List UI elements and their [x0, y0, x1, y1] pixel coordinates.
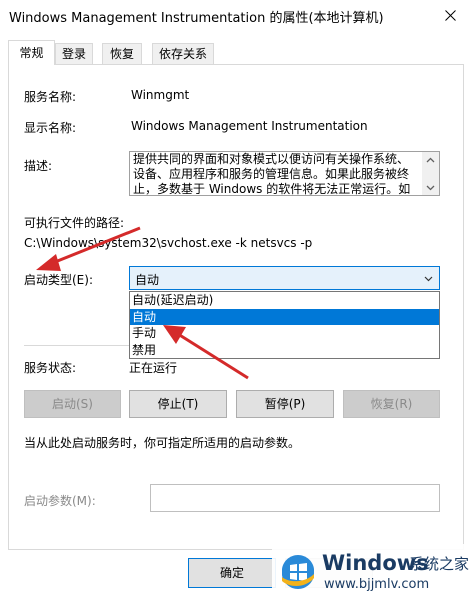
- display-name-label: 显示名称:: [24, 121, 77, 135]
- start-button[interactable]: 启动(S): [24, 390, 121, 418]
- tab-recovery[interactable]: 恢复: [102, 43, 142, 64]
- params-hint: 当从此处启动服务时，你可指定所适用的启动参数。: [24, 436, 301, 450]
- watermark: Windows 系统之家 www.bjjmlv.com: [272, 544, 472, 598]
- description-box[interactable]: 提供共同的界面和对象模式以便访问有关操作系统、设备、应用程序和服务的管理信息。如…: [129, 151, 440, 196]
- resume-button[interactable]: 恢复(R): [343, 390, 440, 418]
- path-label: 可执行文件的路径:: [24, 216, 125, 230]
- chevron-down-icon: [424, 276, 433, 282]
- startup-type-dropdown: 自动(延迟启动) 自动 手动 禁用: [129, 291, 440, 359]
- watermark-url: www.bjjmlv.com: [324, 577, 430, 592]
- close-button[interactable]: [428, 0, 472, 31]
- windows-logo-icon: [282, 555, 314, 589]
- watermark-brand-cn: 系统之家: [409, 555, 470, 573]
- option-auto[interactable]: 自动: [130, 308, 439, 325]
- status-label: 服务状态:: [24, 361, 77, 375]
- params-input[interactable]: [150, 484, 440, 512]
- status-value: 正在运行: [129, 361, 178, 375]
- option-disabled[interactable]: 禁用: [130, 342, 439, 359]
- description-text: 提供共同的界面和对象模式以便访问有关操作系统、设备、应用程序和服务的管理信息。如…: [133, 152, 411, 196]
- startup-type-label: 启动类型(E):: [24, 273, 93, 287]
- option-auto-delayed[interactable]: 自动(延迟启动): [130, 292, 439, 309]
- title-bar: Windows Management Instrumentation 的属性(本…: [0, 0, 472, 31]
- startup-type-value: 自动: [135, 273, 160, 287]
- stop-button[interactable]: 停止(T): [129, 390, 227, 418]
- scroll-down-icon[interactable]: [426, 183, 435, 192]
- scroll-up-icon[interactable]: [426, 156, 435, 165]
- service-name-label: 服务名称:: [24, 90, 77, 104]
- description-label: 描述:: [24, 159, 53, 173]
- description-scrollbar[interactable]: [422, 152, 439, 195]
- service-name-value: Winmgmt: [131, 88, 190, 102]
- params-label: 启动参数(M):: [24, 494, 96, 508]
- startup-type-select[interactable]: 自动: [129, 266, 440, 290]
- tab-dependencies[interactable]: 依存关系: [152, 43, 214, 64]
- window-title: Windows Management Instrumentation 的属性(本…: [9, 11, 384, 26]
- tab-general[interactable]: 常规: [8, 40, 55, 65]
- close-icon: [444, 10, 456, 21]
- display-name-value: Windows Management Instrumentation: [131, 119, 368, 133]
- option-manual[interactable]: 手动: [130, 325, 439, 342]
- path-value: C:\Windows\system32\svchost.exe -k netsv…: [24, 236, 313, 250]
- pause-button[interactable]: 暂停(P): [236, 390, 334, 418]
- ok-button[interactable]: 确定: [188, 558, 276, 588]
- tab-logon[interactable]: 登录: [55, 43, 93, 64]
